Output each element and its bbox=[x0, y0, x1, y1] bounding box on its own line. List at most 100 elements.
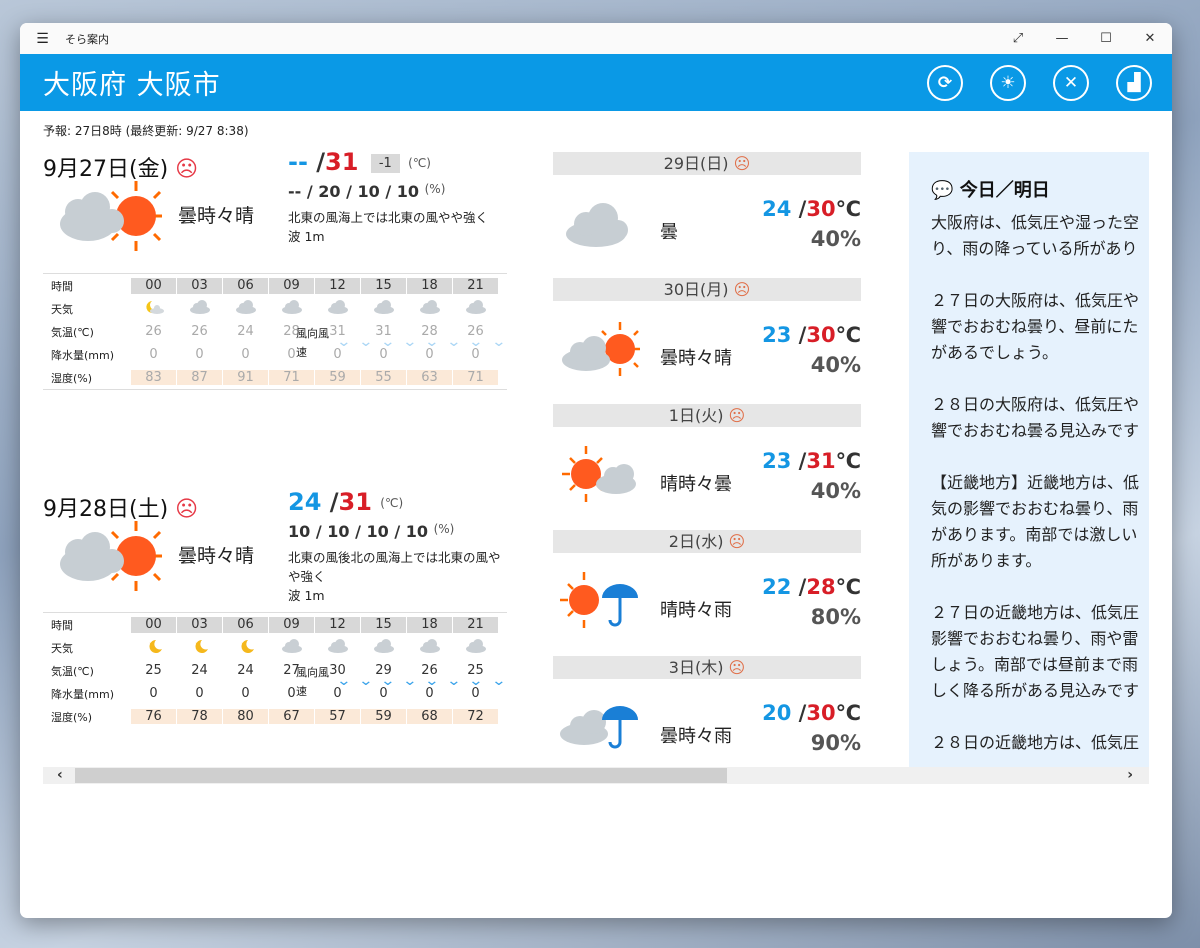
weather-cell bbox=[453, 299, 498, 318]
table-cell: 0 bbox=[241, 686, 250, 701]
cloud-icon bbox=[373, 638, 395, 653]
day2-precip: 10 / 10 / 10 / 10 (%) bbox=[288, 522, 455, 541]
wind-arrow-icon: ⌄ bbox=[380, 334, 396, 350]
weekly-date: 3日(木) bbox=[668, 658, 724, 677]
table-cell: 57 bbox=[315, 709, 360, 724]
maximize-button[interactable]: ☐ bbox=[1084, 31, 1128, 46]
minimize-button[interactable]: — bbox=[1040, 31, 1084, 46]
wind-cell: ⌄ bbox=[400, 672, 421, 691]
face-icon: ☹ bbox=[728, 406, 746, 425]
table-row: 時間 00 03 06 09 12 15 18 21 bbox=[43, 613, 507, 636]
weekly-forecast: 29日(日) ☹ 曇 24 /30℃ 40% 30日(月) ☹ 曇時々晴 23 /30℃ 40… bbox=[553, 152, 861, 782]
weekly-day-header: 1日(火) ☹ bbox=[553, 404, 861, 427]
wind-cell: ⌄ bbox=[422, 672, 443, 691]
weekly-temps: 20 /30℃ bbox=[762, 701, 861, 725]
svg-text:★: ★ bbox=[149, 640, 155, 648]
window-title: そら案内 bbox=[65, 32, 109, 46]
weekly-day-body: 晴時々曇 23 /31℃ 40% bbox=[553, 427, 861, 530]
sun-umbrella-icon bbox=[560, 572, 638, 628]
wind-cell: ⌄ bbox=[378, 333, 399, 352]
weekly-date: 2日(水) bbox=[668, 532, 724, 551]
weekly-day-header: 3日(木) ☹ bbox=[553, 656, 861, 679]
wind-arrow-icon: ⌄ bbox=[358, 673, 374, 689]
table-cell: 15 bbox=[361, 616, 406, 633]
table-row: 天気 ★ ★ ★ bbox=[43, 636, 507, 659]
table-cell: 87 bbox=[177, 370, 222, 385]
title-bar: ☰ そら案内 ⤢ — ☐ ✕ bbox=[20, 23, 1172, 54]
table-cell: 83 bbox=[131, 370, 176, 385]
close-button[interactable]: ✕ bbox=[1128, 31, 1172, 46]
weekly-weather-label: 晴時々曇 bbox=[660, 474, 732, 495]
weather-cell bbox=[361, 638, 406, 657]
day2-panel: 9月28日(土) ☹ 曇時々晴 24 /31 (℃) 10 / 10 / 10 … bbox=[43, 488, 510, 771]
weekly-temps: 23 /30℃ bbox=[762, 323, 861, 347]
weekly-pop: 40% bbox=[810, 227, 861, 251]
wind-cell: ⌄ bbox=[378, 672, 399, 691]
horizontal-scrollbar[interactable]: ‹ › bbox=[43, 767, 1149, 784]
cloud-icon bbox=[189, 299, 211, 314]
wind-arrow-icon: ⌄ bbox=[358, 334, 374, 350]
satellite-icon[interactable]: ✕ bbox=[1053, 64, 1089, 101]
weather-cell bbox=[315, 638, 360, 657]
day1-wind: 北東の風海上では北東の風やや強く波 1m bbox=[288, 210, 489, 244]
wind-arrow-icon: ⌄ bbox=[446, 673, 462, 689]
table-cell: 71 bbox=[269, 370, 314, 385]
day1-temps: -- /31 -1 (℃) bbox=[288, 148, 431, 176]
table-row: 風向風速 ⌄ ⌄ ⌄ ⌄ ⌄ ⌄ ⌄ ⌄ bbox=[288, 666, 510, 698]
cloud-icon bbox=[465, 638, 487, 653]
wind-cell: ⌄ bbox=[466, 333, 487, 352]
weekly-weather-label: 晴時々雨 bbox=[660, 600, 732, 621]
table-cell: 12 bbox=[315, 616, 360, 633]
table-cell: 12 bbox=[315, 277, 360, 294]
wind-arrow-icon: ⌄ bbox=[468, 334, 484, 350]
table-cell: 0 bbox=[149, 686, 158, 701]
row-label: 降水量(mm) bbox=[51, 687, 115, 701]
weekly-date: 1日(火) bbox=[668, 406, 724, 425]
face-icon: ☹ bbox=[175, 497, 199, 522]
cloud-umbrella-icon bbox=[560, 706, 638, 749]
row-label: 風向風速 bbox=[296, 326, 329, 359]
cloud-sun-icon bbox=[60, 521, 162, 591]
wind-arrow-icon: ⌄ bbox=[468, 673, 484, 689]
refresh-icon[interactable]: ⟳ bbox=[927, 64, 963, 101]
table-cell: 91 bbox=[223, 370, 268, 385]
cloud-icon bbox=[566, 203, 628, 247]
row-label: 湿度(%) bbox=[51, 710, 93, 724]
face-icon: ☹ bbox=[728, 658, 746, 677]
menu-icon[interactable]: ☰ bbox=[20, 31, 65, 47]
table-cell: 21 bbox=[453, 277, 498, 294]
svg-text:★: ★ bbox=[195, 640, 201, 648]
table-cell: 63 bbox=[407, 370, 452, 385]
expand-icon[interactable]: ⤢ bbox=[996, 31, 1040, 46]
table-cell: 67 bbox=[269, 709, 314, 724]
weather-cell bbox=[177, 299, 222, 318]
day2-temps: 24 /31 (℃) bbox=[288, 488, 404, 516]
day1-precip: -- / 20 / 10 / 10 (%) bbox=[288, 182, 446, 201]
wind-arrow-icon: ⌄ bbox=[490, 673, 507, 689]
table-cell: 09 bbox=[269, 277, 314, 294]
chart-icon[interactable]: ▟ bbox=[1116, 64, 1152, 101]
wind-cell: ⌄ bbox=[400, 333, 421, 352]
face-icon: ☹ bbox=[728, 532, 746, 551]
weekly-date: 29日(日) bbox=[663, 154, 729, 173]
summary-panel[interactable]: 💬 今日／明日 大阪府は、低気圧や湿った空 り、雨の降っている所があり ２７日の… bbox=[909, 152, 1149, 768]
row-label: 湿度(%) bbox=[51, 371, 93, 385]
scrollbar-thumb[interactable] bbox=[75, 768, 727, 783]
scroll-left-arrow[interactable]: ‹ bbox=[57, 767, 63, 784]
table-row: 天気 bbox=[43, 297, 507, 320]
summary-heading: 💬 今日／明日 bbox=[931, 180, 1050, 201]
face-icon: ☹ bbox=[733, 280, 751, 299]
wind-cell: ⌄ bbox=[333, 672, 354, 691]
table-cell: 59 bbox=[361, 709, 406, 724]
cloud-sun-icon bbox=[60, 181, 162, 251]
table-cell: 26 bbox=[145, 324, 162, 339]
weather-cell: ★ bbox=[223, 639, 268, 657]
sun-cloud-icon[interactable]: ☀ bbox=[990, 64, 1026, 101]
table-cell: 03 bbox=[177, 616, 222, 633]
table-cell: 09 bbox=[269, 616, 314, 633]
moon-star-icon: ★ bbox=[189, 639, 211, 653]
table-cell: 0 bbox=[195, 686, 204, 701]
table-cell: 24 bbox=[237, 663, 254, 678]
moon-cloud-icon bbox=[143, 300, 165, 314]
scroll-right-arrow[interactable]: › bbox=[1127, 767, 1133, 784]
